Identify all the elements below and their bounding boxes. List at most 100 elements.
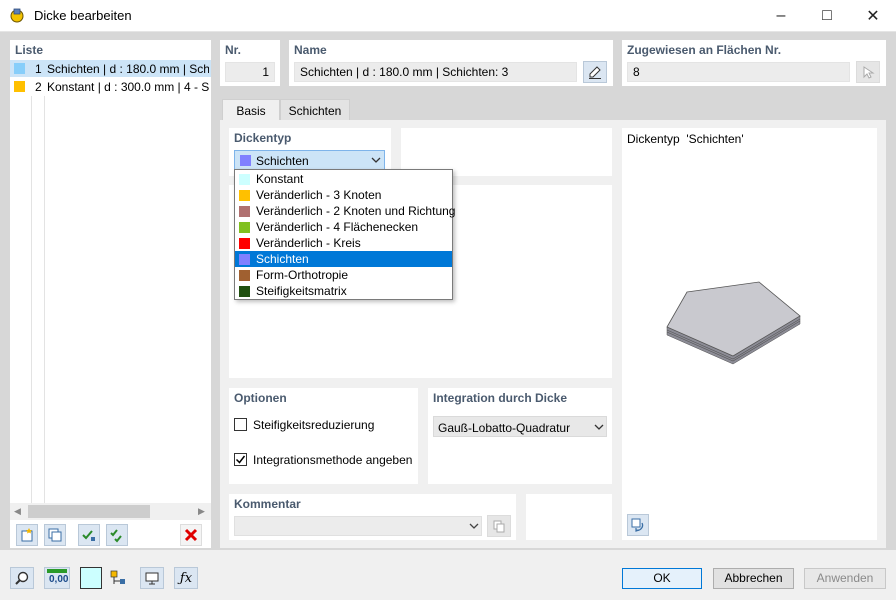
- scroll-left-icon[interactable]: ◀: [14, 506, 21, 517]
- title-bar: Dicke bearbeiten – □ ✕: [0, 0, 896, 32]
- copy-icon: [48, 528, 62, 542]
- option-color: [239, 270, 250, 282]
- dickentyp-color: [240, 155, 251, 166]
- layered-plate-graphic: [666, 281, 801, 365]
- rotate-view-icon: [631, 518, 644, 532]
- check-all-button[interactable]: [78, 524, 100, 546]
- ok-button[interactable]: OK: [622, 568, 702, 589]
- integration-panel: Integration durch Dicke Gauß-Lobatto-Qua…: [428, 388, 612, 484]
- edit-name-button[interactable]: [583, 61, 607, 83]
- new-item-icon: [21, 528, 33, 542]
- dropdown-option[interactable]: Veränderlich - 3 Knoten: [235, 187, 452, 203]
- dropdown-option[interactable]: Konstant: [235, 171, 452, 187]
- preview-panel: Dickentyp 'Schichten': [622, 128, 877, 540]
- structure-tree-icon: [110, 570, 125, 584]
- list-item-nr: 2: [35, 80, 42, 94]
- optionen-header: Optionen: [234, 391, 287, 405]
- integrationsmethode-checkbox[interactable]: [234, 453, 247, 466]
- delete-x-icon: [184, 528, 198, 542]
- nr-panel: Nr. 1: [220, 40, 280, 86]
- option-color: [239, 286, 250, 298]
- function-icon: ƒx: [179, 570, 193, 586]
- dropdown-option[interactable]: Form-Orthotropie: [235, 267, 452, 283]
- nr-header: Nr.: [225, 43, 242, 57]
- app-icon: [10, 8, 24, 23]
- kommentar-extra-panel: [526, 494, 612, 540]
- abbrechen-button[interactable]: Abbrechen: [713, 568, 794, 589]
- scroll-right-icon[interactable]: ▶: [198, 506, 205, 517]
- option-color: [239, 174, 250, 186]
- list-item[interactable]: 1 Schichten | d : 180.0 mm | Schichten: …: [10, 60, 211, 77]
- check-selected-button[interactable]: [106, 524, 128, 546]
- anwenden-button[interactable]: Anwenden: [804, 568, 886, 589]
- formula-button[interactable]: ƒx: [174, 567, 198, 589]
- dickentyp-select[interactable]: Schichten: [234, 150, 385, 170]
- horizontal-scrollbar[interactable]: ◀ ▶: [10, 503, 211, 520]
- integration-header: Integration durch Dicke: [433, 391, 568, 405]
- list-item-color: [14, 63, 25, 74]
- chevron-down-icon: [469, 523, 479, 529]
- color-button[interactable]: [80, 567, 102, 589]
- units-button[interactable]: 0,00: [44, 567, 70, 589]
- search-button[interactable]: [10, 567, 34, 589]
- list-item-nr: 1: [35, 62, 42, 76]
- rotate-view-button[interactable]: [627, 514, 649, 536]
- scrollbar-thumb[interactable]: [28, 505, 150, 518]
- tab-schichten[interactable]: Schichten: [280, 99, 350, 121]
- preview-label: Dickentyp 'Schichten': [627, 132, 744, 146]
- minimize-button[interactable]: –: [758, 0, 804, 32]
- optionen-panel: Optionen Steifigkeitsreduzierung Integra…: [229, 388, 418, 484]
- zugewiesen-field[interactable]: 8: [627, 62, 850, 82]
- tab-basis[interactable]: Basis: [222, 99, 280, 121]
- pick-surface-button[interactable]: [856, 61, 880, 83]
- dropdown-option[interactable]: Veränderlich - Kreis: [235, 235, 452, 251]
- integration-select[interactable]: Gauß-Lobatto-Quadratur: [433, 416, 607, 437]
- option-color: [239, 238, 250, 250]
- close-button[interactable]: ✕: [850, 0, 896, 32]
- list-item-text: Konstant | d : 300.0 mm | 4 - Standard: [47, 80, 209, 94]
- name-field[interactable]: Schichten | d : 180.0 mm | Schichten: 3: [294, 62, 577, 82]
- structure-button[interactable]: [106, 567, 130, 589]
- zugewiesen-header: Zugewiesen an Flächen Nr.: [627, 43, 782, 57]
- checkmark-icon: [235, 455, 246, 464]
- checkmark-list-icon: [82, 530, 95, 541]
- search-icon: [15, 571, 29, 585]
- list-item[interactable]: 2 Konstant | d : 300.0 mm | 4 - Standard: [10, 78, 211, 95]
- dickentyp-header: Dickentyp: [234, 131, 292, 145]
- integration-value: Gauß-Lobatto-Quadratur: [438, 421, 571, 435]
- integrationsmethode-label: Integrationsmethode angeben: [253, 453, 413, 467]
- kommentar-panel: Kommentar: [229, 494, 516, 540]
- steifigkeitsreduzierung-checkbox[interactable]: [234, 418, 247, 431]
- monitor-icon: [145, 572, 159, 585]
- view-button[interactable]: [140, 567, 164, 589]
- option-color: [239, 222, 250, 234]
- dickentyp-selected: Schichten: [256, 154, 309, 168]
- cursor-pick-icon: [863, 66, 875, 79]
- list-item-text: Schichten | d : 180.0 mm | Schichten: 3: [47, 62, 209, 76]
- maximize-button[interactable]: □: [804, 0, 850, 32]
- copy-item-button[interactable]: [44, 524, 66, 546]
- kommentar-input[interactable]: [234, 516, 482, 536]
- nr-field[interactable]: 1: [225, 62, 275, 82]
- units-icon: 0,00: [49, 574, 69, 585]
- new-item-button[interactable]: [16, 524, 38, 546]
- edit-pencil-icon: [589, 66, 601, 79]
- delete-item-button[interactable]: [180, 524, 202, 546]
- liste-header: Liste: [15, 43, 44, 57]
- dropdown-option[interactable]: Veränderlich - 2 Knoten und Richtung: [235, 203, 455, 219]
- dropdown-option[interactable]: Veränderlich - 4 Flächenecken: [235, 219, 452, 235]
- list-item-color: [14, 81, 25, 92]
- name-panel: Name Schichten | d : 180.0 mm | Schichte…: [289, 40, 613, 86]
- kommentar-header: Kommentar: [234, 497, 301, 511]
- dropdown-option-selected[interactable]: Schichten: [235, 251, 452, 267]
- checkmark-select-icon: [110, 529, 122, 543]
- chevron-down-icon: [594, 424, 604, 430]
- dropdown-option[interactable]: Steifigkeitsmatrix: [235, 283, 452, 299]
- kommentar-copy-button[interactable]: [487, 515, 511, 537]
- zugewiesen-panel: Zugewiesen an Flächen Nr. 8: [622, 40, 886, 86]
- liste-panel: Liste 1 Schichten | d : 180.0 mm | Schic…: [10, 40, 211, 548]
- option-color: [239, 254, 250, 266]
- chevron-down-icon: [371, 157, 381, 163]
- option-color: [239, 206, 250, 218]
- copy-icon: [493, 520, 505, 533]
